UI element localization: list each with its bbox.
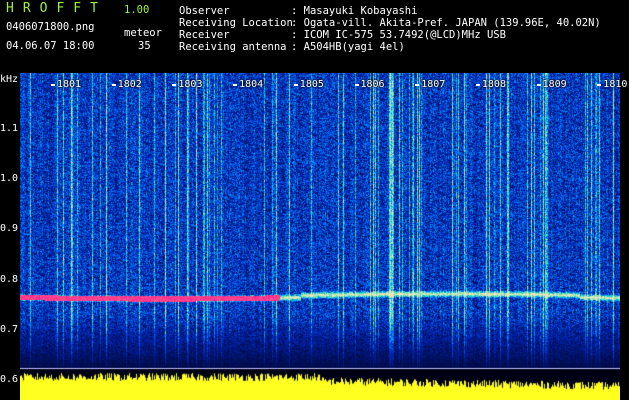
x-tick-mark	[536, 84, 541, 86]
spectrogram-canvas[interactable]	[20, 73, 620, 400]
x-tick-mark	[415, 84, 420, 86]
x-tick-mark	[233, 84, 238, 86]
x-tick-label: 1808	[481, 79, 506, 90]
x-tick-mark	[475, 84, 480, 86]
capture-datetime: 04.06.07 18:00	[6, 40, 95, 52]
app-version: 1.00	[124, 4, 150, 16]
x-tick-label: 1801	[57, 79, 82, 90]
location-label: Receiving Location	[179, 17, 293, 29]
x-tick-label: 1804	[239, 79, 264, 90]
antenna-label: Receiving antenna	[179, 41, 287, 53]
x-tick-mark	[293, 84, 298, 86]
y-axis-unit: kHz	[0, 74, 19, 85]
x-tick-label: 1809	[542, 79, 567, 90]
file-name: 0406071800.png	[6, 21, 95, 33]
location-value: : Ogata-vill. Akita-Pref. JAPAN (139.96E…	[291, 17, 601, 29]
y-tick-label: 0.9	[0, 223, 19, 234]
x-tick-mark	[51, 84, 55, 86]
observer-value: : Masayuki Kobayashi	[291, 5, 418, 17]
receiver-label: Receiver	[179, 29, 230, 41]
x-tick-label: 1805	[299, 79, 324, 90]
y-tick-label: 0.8	[0, 274, 19, 285]
x-tick-mark	[597, 84, 602, 86]
header-panel: HROFFT 1.00 0406071800.png meteor 04.06.…	[0, 0, 629, 72]
y-tick-label: 1.0	[0, 173, 19, 184]
meteor-count: 35	[138, 40, 151, 52]
x-tick-label: 1803	[178, 79, 203, 90]
y-tick-label: 0.6	[0, 374, 19, 385]
receiver-value: : ICOM IC-575 53.7492(@LCD)MHz USB	[291, 29, 506, 41]
x-tick-label: 1810	[603, 79, 628, 90]
x-tick-label: 1806	[360, 79, 385, 90]
x-tick-mark	[172, 84, 177, 86]
x-tick-mark	[111, 84, 116, 86]
observer-label: Observer	[179, 5, 230, 17]
x-tick-label: 1807	[421, 79, 446, 90]
spectrogram-plot[interactable]	[20, 73, 620, 400]
x-tick-label: 1802	[117, 79, 142, 90]
x-tick-mark	[354, 84, 359, 86]
antenna-value: : A504HB(yagi 4el)	[291, 41, 405, 53]
y-tick-label: 1.1	[0, 123, 19, 134]
y-tick-label: 0.7	[0, 324, 19, 335]
right-margin	[620, 73, 629, 400]
meteor-label: meteor	[124, 27, 162, 39]
app-logo: HROFFT	[6, 1, 107, 16]
